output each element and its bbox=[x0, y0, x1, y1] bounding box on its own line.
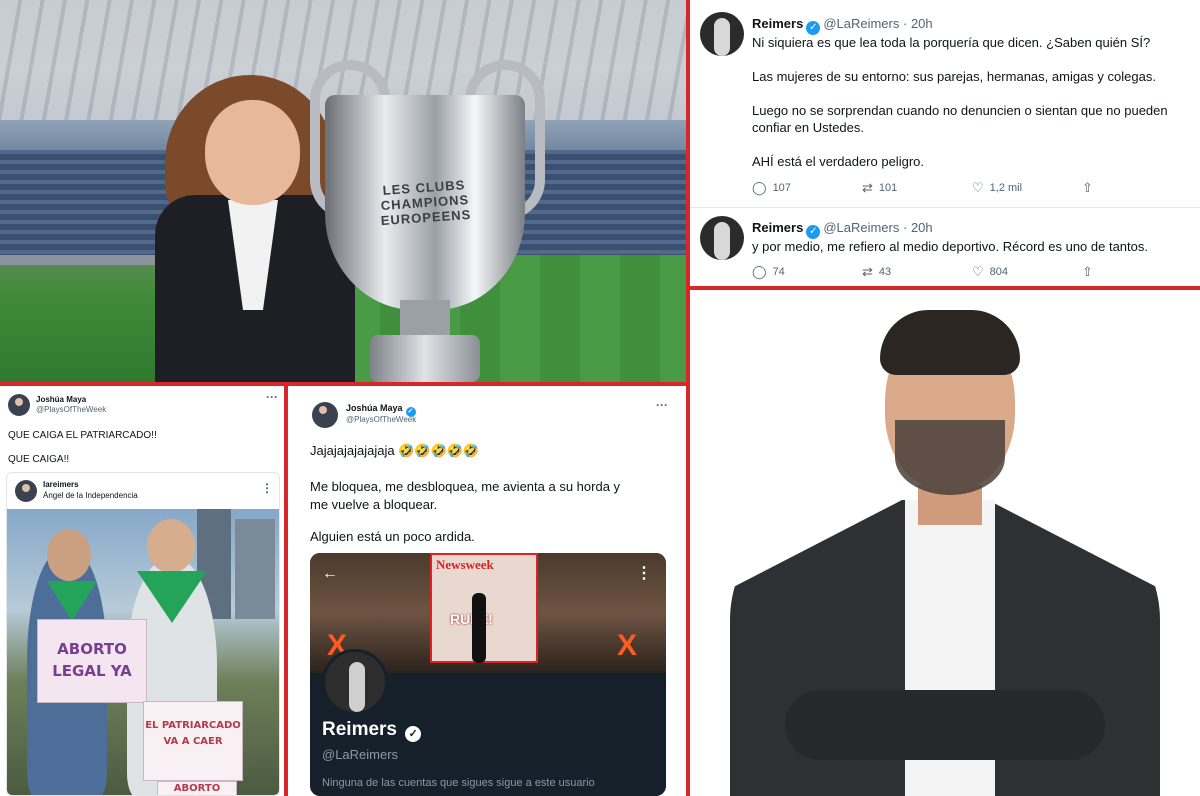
share-button[interactable]: ⇧ bbox=[1082, 264, 1192, 280]
profile-name: Reimers ✓ bbox=[322, 719, 424, 742]
tweet-text-line: me vuelve a bloquear. bbox=[310, 497, 438, 512]
tweet[interactable]: Reimers ✓ @LaReimers · 20h Ni siquiera es … bbox=[690, 0, 1200, 208]
more-icon[interactable]: ⋮ bbox=[636, 563, 652, 583]
divider-vertical bbox=[686, 0, 690, 796]
like-button[interactable]: ♡ 1,2 mil bbox=[972, 180, 1082, 196]
verified-icon: ✓ bbox=[806, 225, 821, 239]
reply-count: 74 bbox=[772, 266, 785, 278]
share-icon: ⇧ bbox=[1082, 264, 1093, 279]
tweet-time[interactable]: · 20h bbox=[903, 16, 933, 31]
reply-button[interactable]: ◯ 74 bbox=[752, 264, 862, 280]
tweet-header: Reimers ✓ @LaReimers · 20h bbox=[752, 16, 933, 35]
reply-icon: ◯ bbox=[752, 180, 767, 195]
protest-sign: ABORTO LEGAL YA bbox=[37, 619, 147, 703]
retweet-icon: ⇄ bbox=[862, 264, 873, 279]
like-icon: ♡ bbox=[972, 180, 984, 195]
divider-horizontal-right bbox=[690, 286, 1200, 290]
more-icon[interactable]: ··· bbox=[266, 390, 278, 404]
tweet-author-handle[interactable]: @LaReimers bbox=[823, 16, 899, 31]
speaker-silhouette bbox=[472, 593, 486, 663]
like-icon: ♡ bbox=[972, 264, 984, 279]
tweet-header: Reimers ✓ @LaReimers · 20h bbox=[752, 220, 933, 239]
tweet[interactable]: Reimers ✓ @LaReimers · 20h y por medio, me… bbox=[690, 208, 1200, 286]
retweet-count: 101 bbox=[878, 182, 898, 194]
woman-right-face bbox=[147, 519, 195, 573]
avatar[interactable] bbox=[700, 216, 744, 260]
tweet-text-line: Jajajajajajajaja 🤣🤣🤣🤣🤣 bbox=[310, 443, 480, 458]
share-button[interactable]: ⇧ bbox=[1082, 180, 1192, 196]
tweet-text-line: QUE CAIGA!! bbox=[8, 454, 70, 465]
stage-x-logo: X bbox=[616, 629, 637, 662]
tweet-text-line: Me bloquea, me desbloquea, me avienta a … bbox=[310, 479, 621, 494]
stadium-photo: LES CLUBS CHAMPIONS EUROPEENS bbox=[0, 0, 686, 382]
avatar[interactable] bbox=[700, 12, 744, 56]
divider-horizontal-left bbox=[0, 382, 686, 386]
retweet-icon: ⇄ bbox=[862, 180, 873, 195]
verified-icon: ✓ bbox=[806, 21, 821, 35]
share-icon: ⇧ bbox=[1082, 180, 1093, 195]
protest-sign: ABORTO bbox=[157, 781, 237, 795]
magazine-title: Newsweek bbox=[436, 557, 494, 572]
tweet-author-handle[interactable]: @PlaysOfTheWeek bbox=[346, 415, 416, 424]
trophy-base bbox=[370, 335, 480, 382]
joshua-tweet[interactable]: Joshúa Maya ✓ @PlaysOfTheWeek ··· Jajajaj… bbox=[288, 386, 686, 796]
avatar[interactable] bbox=[312, 402, 338, 428]
profile-follow-note: Ninguna de las cuentas que sigues sigue … bbox=[322, 777, 595, 789]
reply-icon: ◯ bbox=[752, 264, 767, 279]
tweet-actions: ◯ 74 ⇄ 43 ♡ 804 ⇧ bbox=[752, 264, 1192, 280]
tweet-author-handle[interactable]: @LaReimers bbox=[823, 220, 899, 235]
man-hair bbox=[880, 310, 1020, 375]
protest-tweet[interactable]: Joshúa Maya @PlaysOfTheWeek ··· QUE CAIG… bbox=[0, 386, 284, 796]
retweet-count: 43 bbox=[878, 266, 892, 278]
instagram-embed[interactable]: lareimers Ángel de la Independencia ⋮ AB… bbox=[6, 472, 280, 796]
tweet-time[interactable]: · 20h bbox=[903, 220, 933, 235]
tweet-actions: ◯ 107 ⇄ 101 ♡ 1,2 mil ⇧ bbox=[752, 180, 1192, 196]
building bbox=[235, 519, 275, 619]
embed-username[interactable]: lareimers bbox=[43, 480, 79, 489]
tweet-author-name[interactable]: Reimers bbox=[752, 220, 803, 235]
retweet-button[interactable]: ⇄ 101 bbox=[862, 180, 972, 196]
tweet-author-handle[interactable]: @PlaysOfTheWeek bbox=[36, 405, 106, 414]
protest-sign: EL PATRIARCADO VA A CAER bbox=[143, 701, 243, 781]
more-icon[interactable]: ⋮ bbox=[261, 481, 273, 495]
like-button[interactable]: ♡ 804 bbox=[972, 264, 1082, 280]
embedded-profile-screenshot[interactable]: Newsweek RULE! X X ← ⋮ Reimers ✓ @LaReim… bbox=[310, 553, 666, 796]
reply-count: 107 bbox=[772, 182, 791, 194]
avatar[interactable] bbox=[8, 394, 30, 416]
trophy-stem bbox=[400, 300, 450, 340]
like-count: 804 bbox=[989, 266, 1009, 278]
divider-vertical-bottom bbox=[284, 386, 288, 796]
verified-icon: ✓ bbox=[405, 726, 422, 742]
protest-photo: ABORTO LEGAL YA EL PATRIARCADO VA A CAER… bbox=[7, 509, 279, 795]
man-crossed-arms bbox=[785, 690, 1105, 760]
tweet-text: Ni siquiera es que lea toda la porquería… bbox=[752, 35, 1168, 169]
woman-left-face bbox=[47, 529, 91, 581]
man-portrait-photo bbox=[690, 290, 1200, 796]
tweet-author-name[interactable]: Reimers bbox=[752, 16, 803, 31]
back-arrow-icon[interactable]: ← bbox=[322, 565, 338, 583]
woman-face bbox=[205, 100, 300, 205]
profile-handle: @LaReimers bbox=[322, 747, 399, 762]
tweet-text: y por medio, me refiero al medio deporti… bbox=[752, 239, 1148, 254]
man-beard bbox=[895, 420, 1005, 495]
tweet-author-name[interactable]: Joshúa Maya bbox=[36, 395, 86, 404]
tweet-text-line: Alguien está un poco ardida. bbox=[310, 529, 475, 544]
more-icon[interactable]: ··· bbox=[656, 398, 668, 412]
tweets-panel: Reimers ✓ @LaReimers · 20h Ni siquiera es … bbox=[690, 0, 1200, 286]
retweet-button[interactable]: ⇄ 43 bbox=[862, 264, 972, 280]
like-count: 1,2 mil bbox=[989, 182, 1023, 194]
tweet-text-line: QUE CAIGA EL PATRIARCADO!! bbox=[8, 430, 157, 441]
embed-location[interactable]: Ángel de la Independencia bbox=[43, 491, 138, 500]
profile-avatar[interactable] bbox=[322, 649, 388, 715]
avatar[interactable] bbox=[15, 480, 37, 502]
reply-button[interactable]: ◯ 107 bbox=[752, 180, 862, 196]
